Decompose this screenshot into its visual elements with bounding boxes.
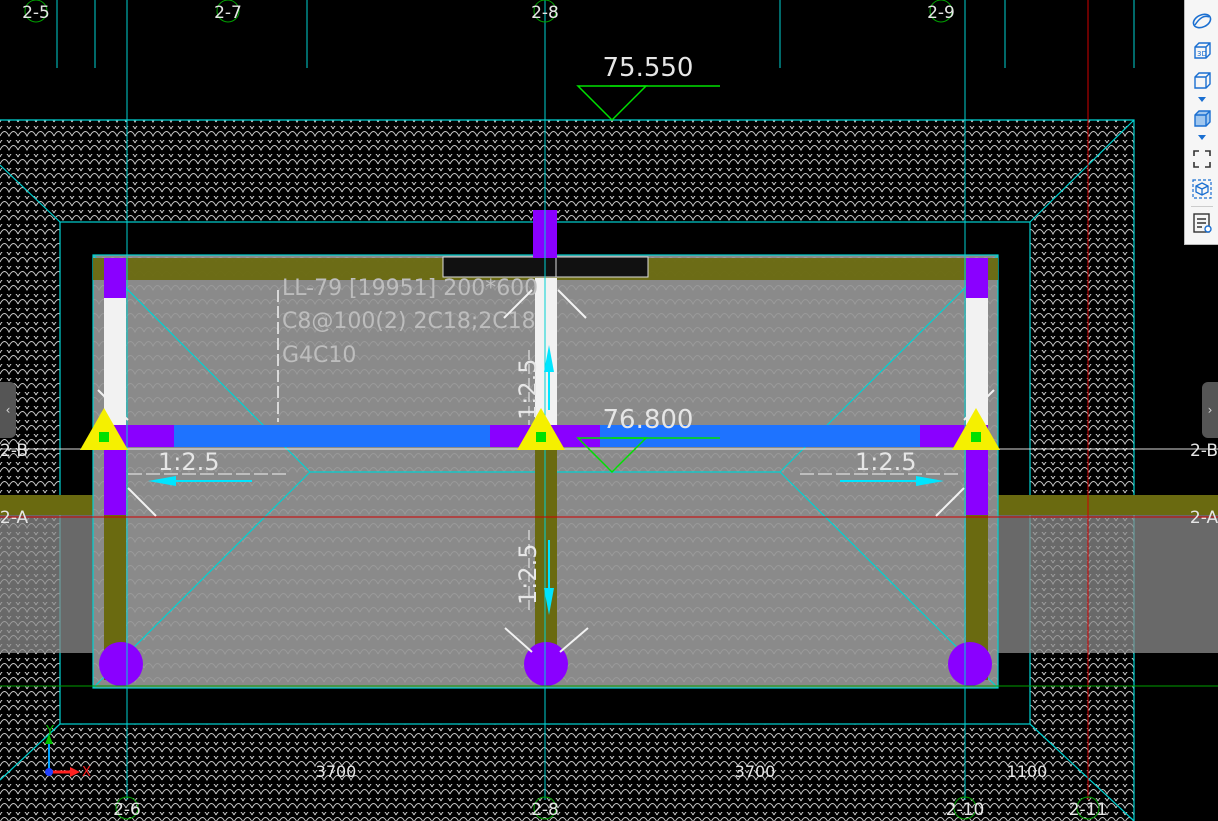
beam-name-text: LL-79 [19951] 200*600 <box>282 276 538 301</box>
view-cube-icon <box>1192 13 1212 29</box>
axis-label: 2-9 <box>927 3 955 23</box>
axis-label: 2-8 <box>531 800 559 820</box>
wall-left <box>104 295 126 430</box>
chevron-down-icon[interactable] <box>1198 135 1206 141</box>
slope-label-left: 1:2.5 <box>158 448 220 476</box>
slope-label-right: 1:2.5 <box>855 448 917 476</box>
left-panel-toggle[interactable]: ‹ <box>0 382 16 438</box>
ucs-y-label: Y <box>45 724 54 739</box>
dimension-text: 1100 <box>1007 762 1048 781</box>
chevron-right-icon: › <box>1207 403 1213 417</box>
chevron-down-icon[interactable] <box>1198 97 1206 103</box>
cad-viewport[interactable]: 2-5 2-7 2-8 2-9 2-6 2-8 2-10 2-11 2-B 2-… <box>0 0 1218 821</box>
elevation-value: 75.550 <box>603 53 694 83</box>
toolbar-separator <box>1191 206 1213 207</box>
zoom-extents-icon <box>1193 150 1211 168</box>
axis-label: 2-7 <box>214 3 242 23</box>
dimension-text: 3700 <box>316 762 357 781</box>
3d-view-icon: 3D <box>1194 42 1211 59</box>
shaded-view-button[interactable] <box>1189 106 1215 132</box>
column-tl[interactable] <box>104 258 126 298</box>
wireframe-view-button[interactable] <box>1189 68 1215 94</box>
shaded-box-icon <box>1194 110 1211 127</box>
axis-label-2A-right: 2-A <box>1190 508 1218 528</box>
svg-text:3D: 3D <box>1197 50 1207 58</box>
column-left-lower[interactable] <box>104 447 126 515</box>
component-view-button[interactable] <box>1189 176 1215 202</box>
slope-label-up: 1:2.5 <box>514 358 542 420</box>
beam-side-text: G4C10 <box>282 343 356 368</box>
view-cube-button[interactable] <box>1189 8 1215 34</box>
axis-label: 2-11 <box>1069 800 1108 820</box>
properties-panel-icon <box>1193 213 1212 233</box>
chevron-left-icon: ‹ <box>5 403 11 417</box>
column-tr[interactable] <box>966 258 988 298</box>
beam-stirrup-text: C8@100(2) 2C18;2C18 <box>282 309 536 334</box>
component-view-icon <box>1192 179 1212 199</box>
wireframe-box-icon <box>1194 72 1211 89</box>
pile-bl[interactable] <box>99 642 143 686</box>
axis-label: 2-6 <box>113 800 141 820</box>
view-toolbar: 3D <box>1184 0 1218 245</box>
axis-label-2B-right: 2-B <box>1190 441 1218 461</box>
pile-br[interactable] <box>948 642 992 686</box>
zoom-extents-button[interactable] <box>1189 146 1215 172</box>
axis-label-2A-left: 2-A <box>0 508 28 528</box>
axis-label: 2-5 <box>22 3 50 23</box>
ucs-x-label: X <box>82 765 91 780</box>
axis-label-2B-left: 2-B <box>0 441 28 461</box>
pile-bc[interactable] <box>524 642 568 686</box>
slope-label-down: 1:2.5 <box>514 543 542 605</box>
column-right-lower[interactable] <box>966 447 988 515</box>
dimension-text: 3700 <box>735 762 776 781</box>
properties-panel-button[interactable] <box>1189 210 1215 236</box>
axis-label: 2-8 <box>531 3 559 23</box>
right-panel-toggle[interactable]: › <box>1202 382 1218 438</box>
elevation-value: 76.800 <box>603 405 694 435</box>
axis-label: 2-10 <box>946 800 985 820</box>
3d-view-button[interactable]: 3D <box>1189 38 1215 64</box>
